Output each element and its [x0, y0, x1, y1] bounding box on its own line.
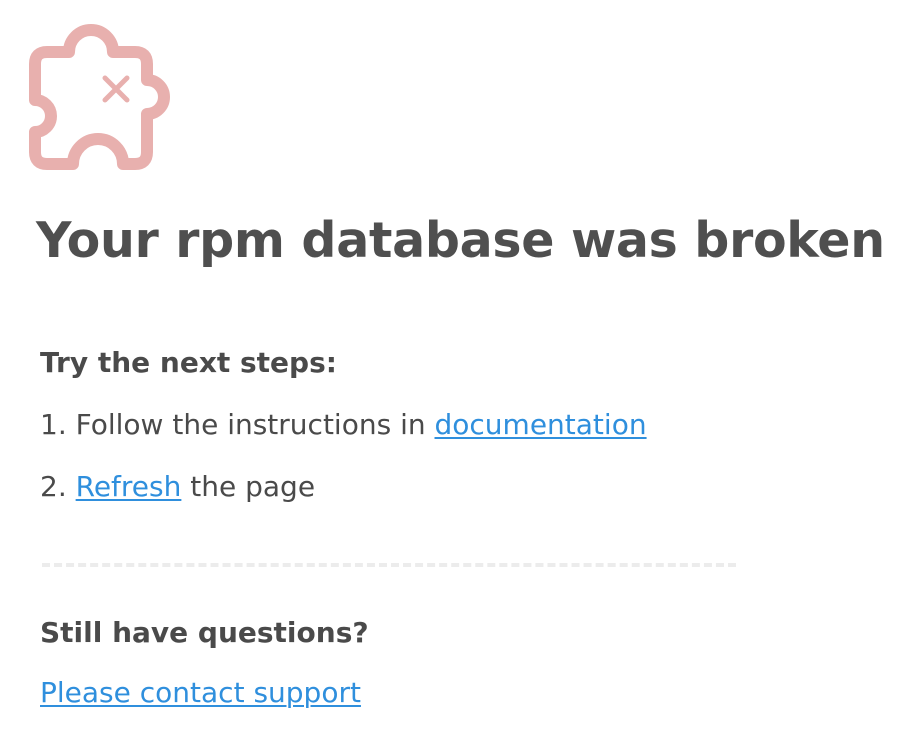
step-1-text: 1. Follow the instructions in [40, 408, 435, 441]
contact-support-link[interactable]: Please contact support [40, 676, 361, 709]
page-title: Your rpm database was broken [36, 212, 885, 269]
questions-heading: Still have questions? [40, 616, 369, 649]
refresh-link[interactable]: Refresh [76, 470, 182, 503]
documentation-link[interactable]: documentation [435, 408, 647, 441]
step-2-text: the page [181, 470, 316, 503]
divider [42, 563, 736, 567]
steps-heading: Try the next steps: [40, 346, 337, 379]
puzzle-broken-icon [29, 20, 183, 174]
step-1: 1. Follow the instructions in documentat… [40, 408, 647, 441]
step-2-number: 2. [40, 470, 76, 503]
step-2: 2. Refresh the page [40, 470, 315, 503]
